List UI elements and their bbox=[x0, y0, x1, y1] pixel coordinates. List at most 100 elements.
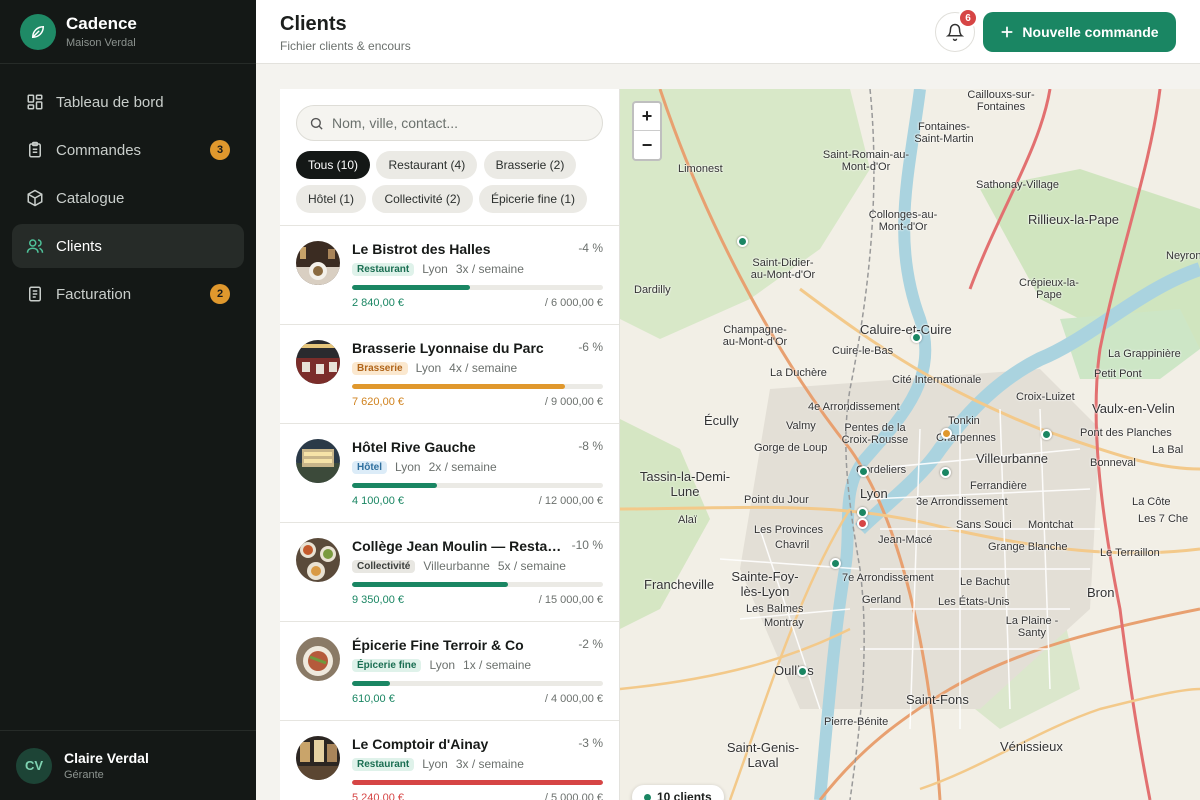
map-label: Pierre-Bénite bbox=[824, 716, 889, 728]
filter-chip-hotel[interactable]: Hôtel (1) bbox=[296, 185, 367, 213]
zoom-in-button[interactable]: + bbox=[634, 103, 660, 131]
filter-chip-collectivite[interactable]: Collectivité (2) bbox=[372, 185, 473, 213]
sidebar: Cadence Maison Verdal Tableau de bord Co… bbox=[0, 0, 256, 800]
map-label: Ferrandière bbox=[970, 480, 1027, 492]
credit-usage-bar bbox=[352, 384, 603, 389]
client-delta: -8 % bbox=[578, 439, 603, 453]
nav-label: Commandes bbox=[56, 141, 142, 159]
user-profile[interactable]: CV Claire Verdal Gérante bbox=[0, 730, 256, 800]
map-label: Grange Blanche bbox=[988, 541, 1068, 553]
client-limit: / 12 000,00 € bbox=[538, 495, 603, 507]
filter-chip-brasserie[interactable]: Brasserie (2) bbox=[483, 151, 577, 179]
new-order-button[interactable]: Nouvelle commande bbox=[983, 12, 1176, 52]
filter-chip-all[interactable]: Tous (10) bbox=[296, 151, 371, 179]
client-frequency: 1x / semaine bbox=[463, 658, 532, 672]
nav-item-catalogue[interactable]: Catalogue bbox=[12, 176, 244, 220]
nav-item-clients[interactable]: Clients bbox=[12, 224, 244, 268]
client-city: Lyon bbox=[422, 757, 448, 771]
map-zoom-control: + − bbox=[632, 101, 662, 161]
client-row[interactable]: Épicerie Fine Terroir & Co -2 % Épicerie… bbox=[280, 622, 619, 721]
client-map-pin[interactable] bbox=[941, 428, 952, 439]
map-label: Bron bbox=[1087, 585, 1115, 600]
map-label: Chavril bbox=[775, 539, 810, 551]
map-label: Sainte-Foy-lès-Lyon bbox=[731, 569, 799, 599]
map-label: Point du Jour bbox=[744, 494, 809, 506]
client-limit: / 4 000,00 € bbox=[544, 693, 603, 705]
client-map-pin[interactable] bbox=[858, 466, 869, 477]
orders-badge: 3 bbox=[210, 140, 230, 160]
filter-chip-restaurant[interactable]: Restaurant (4) bbox=[376, 151, 478, 179]
client-name: Hôtel Rive Gauche bbox=[352, 439, 476, 455]
client-map-pin[interactable] bbox=[857, 518, 868, 529]
client-map-pin[interactable] bbox=[830, 558, 841, 569]
credit-usage-bar bbox=[352, 780, 603, 785]
client-map-pin[interactable] bbox=[1041, 429, 1052, 440]
map-label: Francheville bbox=[644, 577, 715, 592]
client-limit: / 15 000,00 € bbox=[538, 594, 603, 606]
client-delta: -4 % bbox=[578, 241, 603, 255]
map-label: Petit Pont bbox=[1094, 368, 1142, 380]
search-input[interactable] bbox=[332, 115, 582, 131]
map-label: Croix-Luizet bbox=[1016, 391, 1075, 403]
client-meta: Hôtel Lyon 2x / semaine bbox=[352, 460, 497, 474]
map-label: La Plaine - Santy bbox=[1005, 615, 1059, 639]
client-type-tag: Brasserie bbox=[352, 361, 408, 375]
client-limit: / 9 000,00 € bbox=[544, 396, 603, 408]
client-meta: Épicerie fine Lyon 1x / semaine bbox=[352, 658, 531, 672]
credit-usage-bar bbox=[352, 285, 603, 290]
map-label: Dardilly bbox=[634, 284, 671, 296]
client-map[interactable]: + − Limonest Saint-Romain-au-Mont-d'Or F… bbox=[620, 89, 1200, 800]
notifications-button[interactable]: 6 bbox=[935, 8, 978, 52]
client-map-pin[interactable] bbox=[737, 236, 748, 247]
map-label: Vénissieux bbox=[1000, 739, 1063, 754]
nav-item-billing[interactable]: Facturation 2 bbox=[12, 272, 244, 316]
map-label: Villeurbanne bbox=[976, 451, 1049, 466]
client-amount: 610,00 € bbox=[352, 693, 395, 705]
map-label: Cité Internationale bbox=[892, 374, 982, 386]
filter-chip-epicerie[interactable]: Épicerie fine (1) bbox=[478, 185, 587, 213]
map-label: Sans Souci bbox=[956, 519, 1012, 531]
brand[interactable]: Cadence Maison Verdal bbox=[0, 0, 256, 64]
client-row[interactable]: Le Bistrot des Halles -4 % Restaurant Ly… bbox=[280, 226, 619, 325]
client-frequency: 5x / semaine bbox=[497, 559, 566, 573]
search-icon bbox=[310, 117, 323, 130]
plus-icon bbox=[1001, 26, 1013, 38]
client-row[interactable]: Le Comptoir d'Ainay -3 % Restaurant Lyon… bbox=[280, 721, 619, 800]
map-label: Les Provinces bbox=[754, 524, 824, 536]
client-map-pin[interactable] bbox=[857, 507, 868, 518]
client-type-tag: Épicerie fine bbox=[352, 658, 422, 672]
map-label: Limonest bbox=[678, 163, 723, 175]
avatar: CV bbox=[16, 747, 52, 784]
client-map-pin[interactable] bbox=[797, 666, 808, 677]
billing-badge: 2 bbox=[210, 284, 230, 304]
client-amount: 2 840,00 € bbox=[352, 297, 404, 309]
client-map-pin[interactable] bbox=[940, 467, 951, 478]
nav-item-orders[interactable]: Commandes 3 bbox=[12, 128, 244, 172]
client-row[interactable]: Hôtel Rive Gauche -8 % Hôtel Lyon 2x / s… bbox=[280, 424, 619, 523]
client-name: Collège Jean Moulin — Restauration bbox=[352, 538, 567, 554]
search-box[interactable] bbox=[296, 105, 603, 141]
map-label: Valmy bbox=[786, 420, 816, 432]
zoom-out-button[interactable]: − bbox=[634, 131, 660, 159]
map-label: Les États-Unis bbox=[938, 596, 1010, 608]
client-amount: 4 100,00 € bbox=[352, 495, 404, 507]
box-icon bbox=[27, 189, 43, 207]
client-delta: -3 % bbox=[578, 736, 603, 750]
client-row[interactable]: Brasserie Lyonnaise du Parc -6 % Brasser… bbox=[280, 325, 619, 424]
leaf-icon bbox=[20, 13, 56, 50]
map-label: Caillouxs-sur-Fontaines bbox=[967, 89, 1035, 113]
invoice-icon bbox=[29, 286, 41, 302]
client-limit: / 5 000,00 € bbox=[544, 792, 603, 800]
nav-item-dashboard[interactable]: Tableau de bord bbox=[12, 80, 244, 124]
client-map-pin[interactable] bbox=[911, 332, 922, 343]
nav-label: Tableau de bord bbox=[56, 93, 164, 111]
client-meta: Restaurant Lyon 3x / semaine bbox=[352, 262, 524, 276]
brand-name: Cadence bbox=[66, 14, 137, 33]
client-frequency: 4x / semaine bbox=[449, 361, 518, 375]
client-city: Lyon bbox=[415, 361, 442, 375]
map-label: Caluire-et-Cuire bbox=[860, 322, 952, 337]
client-row[interactable]: Collège Jean Moulin — Restauration -10 %… bbox=[280, 523, 619, 622]
map-label: Saint-Fons bbox=[906, 692, 969, 707]
client-delta: -6 % bbox=[578, 340, 603, 354]
client-amount: 5 240,00 € bbox=[352, 792, 404, 800]
